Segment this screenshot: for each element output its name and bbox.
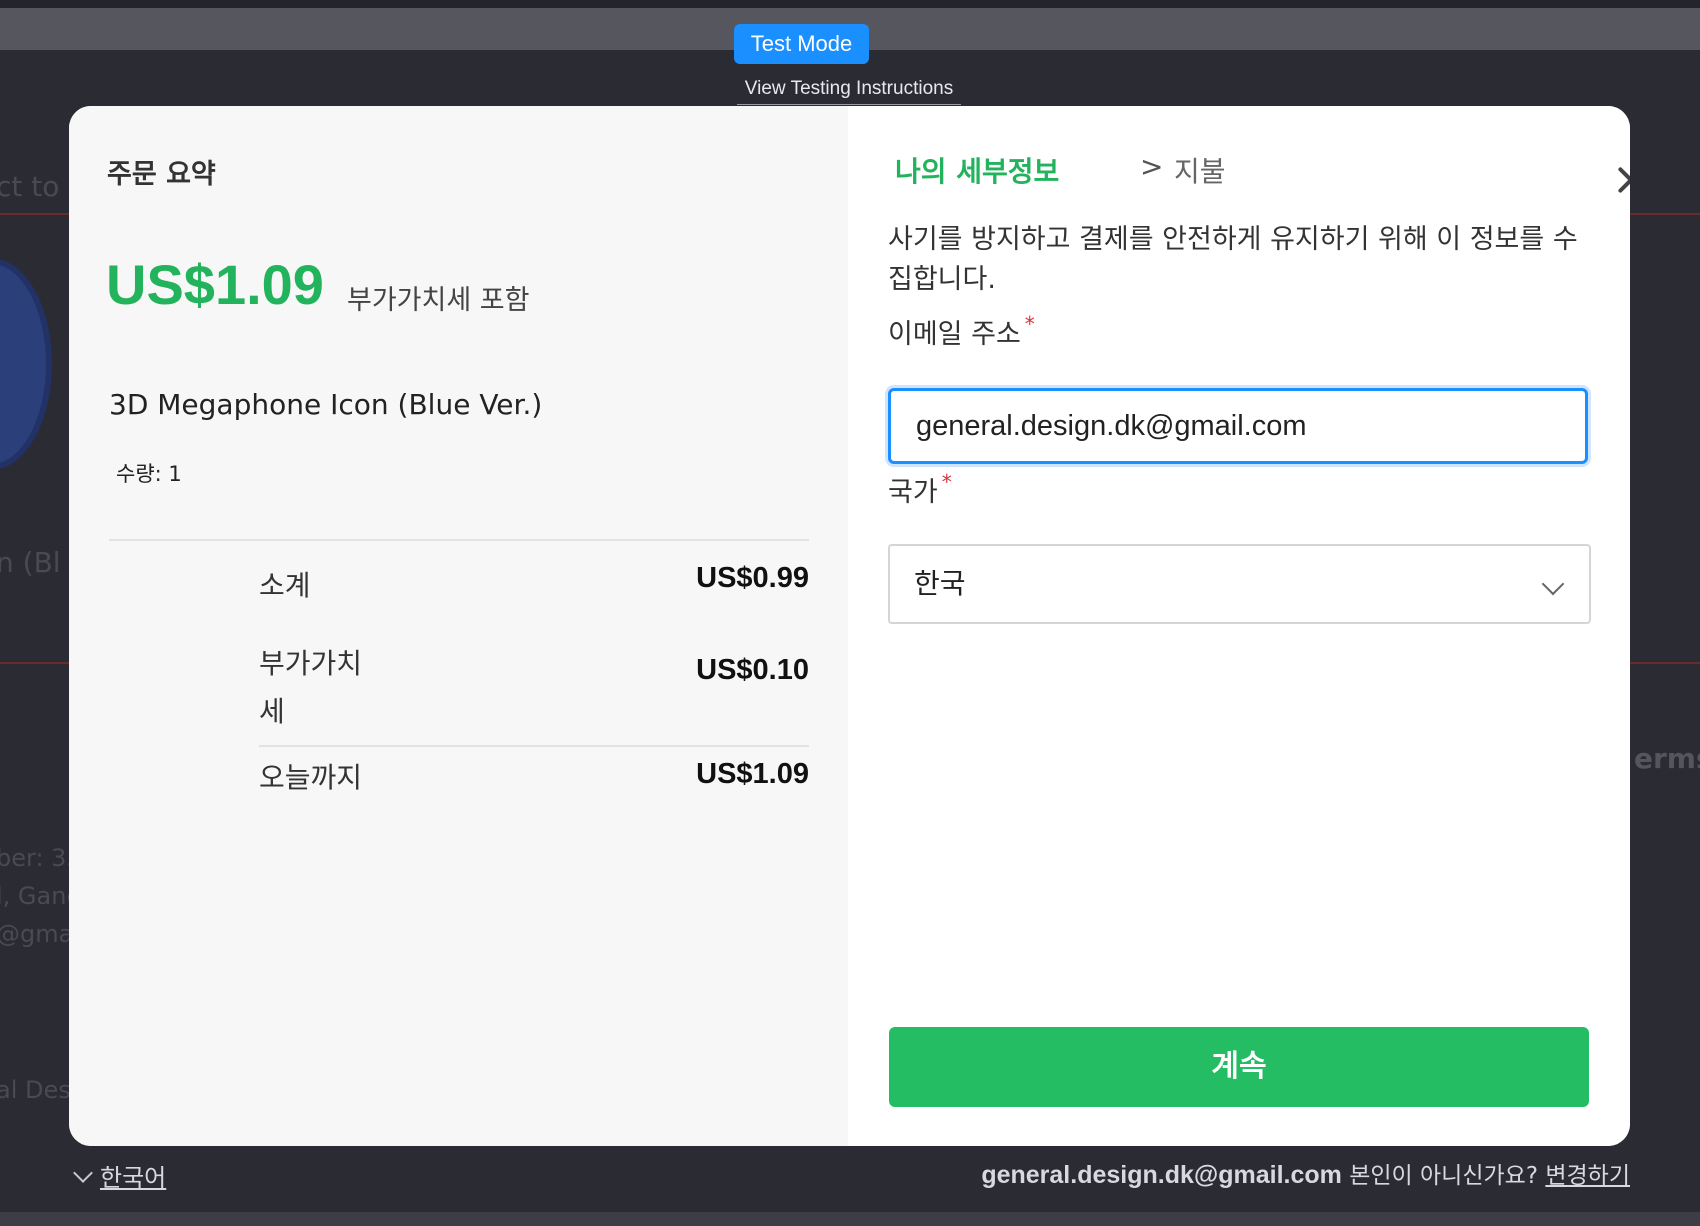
language-label[interactable]: 한국어 — [100, 1164, 166, 1192]
chevron-down-icon — [73, 1163, 93, 1183]
required-marker: * — [941, 470, 952, 494]
required-marker: * — [1024, 312, 1035, 336]
breadcrumb-separator: > — [1140, 150, 1164, 183]
email-label: 이메일 주소 * — [888, 312, 1035, 351]
breadcrumb-payment: 지불 — [1174, 155, 1226, 188]
checkout-modal: 주문 요약 US$1.09 부가가치세 포함 3D Megaphone Icon… — [69, 106, 1630, 1146]
chevron-down-icon — [1541, 572, 1565, 596]
total-today-value: US$1.09 — [696, 758, 809, 790]
info-text: 사기를 방지하고 결제를 안전하게 유지하기 위해 이 정보를 수집합니다. — [888, 224, 1578, 295]
account-info: general.design.dk@gmail.com 본인이 아니신가요? 변… — [981, 1156, 1630, 1190]
change-account-link[interactable]: 변경하기 — [1545, 1163, 1630, 1189]
divider — [259, 745, 809, 747]
background-text: ct to — [0, 170, 60, 203]
total-price: US$1.09 — [106, 253, 324, 316]
vat-label: 부가가치세 — [259, 647, 363, 728]
background-text: n (Bl — [0, 546, 61, 579]
breadcrumb-my-details[interactable]: 나의 세부정보 — [895, 150, 1059, 190]
email-field[interactable]: general.design.dk@gmail.com — [888, 388, 1588, 464]
not-you-text: 본인이 아니신가요? — [1349, 1163, 1539, 1189]
view-testing-instructions-link[interactable]: View Testing Instructions — [737, 78, 961, 105]
background-divider — [1630, 662, 1700, 664]
language-selector[interactable]: 한국어 — [72, 1158, 166, 1193]
details-panel: 나의 세부정보 > 지불 사기를 방지하고 결제를 안전하게 유지하기 위해 이… — [848, 106, 1630, 1146]
vat-included-note: 부가가치세 포함 — [347, 285, 530, 316]
country-select[interactable]: 한국 — [888, 544, 1591, 624]
background-text: @gma — [0, 920, 74, 948]
continue-button[interactable]: 계속 — [889, 1027, 1589, 1107]
vat-value: US$0.10 — [696, 654, 809, 686]
divider — [109, 539, 809, 541]
background-product-image — [0, 258, 52, 470]
product-name: 3D Megaphone Icon (Blue Ver.) — [109, 388, 543, 421]
subtotal-value: US$0.99 — [696, 562, 809, 594]
email-label-text: 이메일 주소 — [888, 319, 1021, 350]
country-label: 국가 * — [888, 470, 952, 509]
top-bar — [0, 0, 1700, 8]
background-divider — [0, 213, 70, 215]
background-divider — [0, 662, 70, 664]
subtotal-label: 소계 — [259, 569, 311, 602]
background-divider — [1630, 213, 1700, 215]
background-text: erms — [1634, 742, 1700, 775]
account-email: general.design.dk@gmail.com — [981, 1161, 1342, 1189]
bottom-strip — [0, 1212, 1700, 1226]
close-icon[interactable] — [1615, 164, 1630, 196]
country-select-value: 한국 — [914, 567, 966, 600]
order-summary-panel: 주문 요약 US$1.09 부가가치세 포함 3D Megaphone Icon… — [69, 106, 848, 1146]
country-label-text: 국가 — [888, 477, 938, 508]
test-mode-badge: Test Mode — [734, 24, 869, 64]
quantity-text: 수량: 1 — [116, 462, 182, 486]
background-text: al Des — [0, 1076, 71, 1104]
order-summary-title: 주문 요약 — [107, 159, 216, 190]
total-today-label: 오늘까지 — [259, 761, 363, 794]
